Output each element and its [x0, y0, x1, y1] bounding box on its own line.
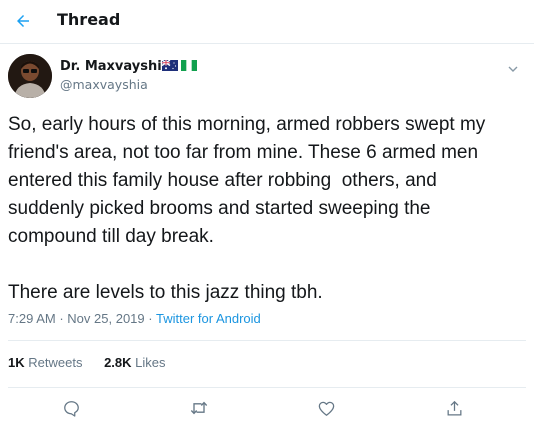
chevron-down-icon: [508, 66, 518, 72]
tweet-text: So, early hours of this morning, armed r…: [8, 114, 486, 303]
share-icon: [447, 400, 461, 415]
page-title: Thread: [57, 10, 121, 29]
tweet-date[interactable]: Nov 25, 2019: [67, 311, 144, 326]
display-name[interactable]: Dr. Maxvayshia: [60, 58, 170, 75]
avatar[interactable]: [8, 54, 52, 98]
australia-flag-icon: [162, 60, 178, 71]
arrow-left-icon: [17, 15, 29, 27]
user-handle[interactable]: @maxvayshia: [60, 77, 148, 93]
tweet: Dr. Maxvayshia @maxvayshia So, early hou…: [0, 44, 534, 428]
retweets-stat[interactable]: 1K Retweets: [8, 355, 82, 371]
retweet-button[interactable]: [185, 394, 213, 422]
tweet-actions: [0, 394, 534, 422]
tweet-metadata: 7:29 AM · Nov 25, 2019 · Twitter for And…: [8, 311, 261, 327]
tweet-stats: 1K Retweets 2.8K Likes: [8, 355, 184, 371]
like-button[interactable]: [312, 394, 340, 422]
tweet-time[interactable]: 7:29 AM: [8, 311, 56, 326]
reply-button[interactable]: [57, 394, 85, 422]
likes-stat[interactable]: 2.8K Likes: [104, 355, 165, 371]
tweet-source-link[interactable]: Twitter for Android: [156, 311, 261, 326]
flag-emojis: [162, 60, 197, 71]
retweets-label: Retweets: [28, 355, 83, 370]
nigeria-flag-icon: [181, 60, 197, 71]
divider: [8, 387, 526, 388]
reply-icon: [63, 400, 79, 417]
share-button[interactable]: [440, 394, 468, 422]
retweet-icon: [190, 401, 208, 415]
tweet-menu-button[interactable]: [502, 58, 524, 80]
meta-separator: ·: [148, 311, 153, 326]
back-button[interactable]: [6, 4, 40, 38]
meta-separator: ·: [59, 311, 64, 326]
retweets-count: 1K: [8, 355, 25, 370]
thread-header: Thread: [0, 0, 534, 44]
likes-label: Likes: [135, 355, 166, 370]
divider: [8, 340, 526, 341]
likes-count: 2.8K: [104, 355, 132, 370]
heart-icon: [318, 401, 334, 416]
